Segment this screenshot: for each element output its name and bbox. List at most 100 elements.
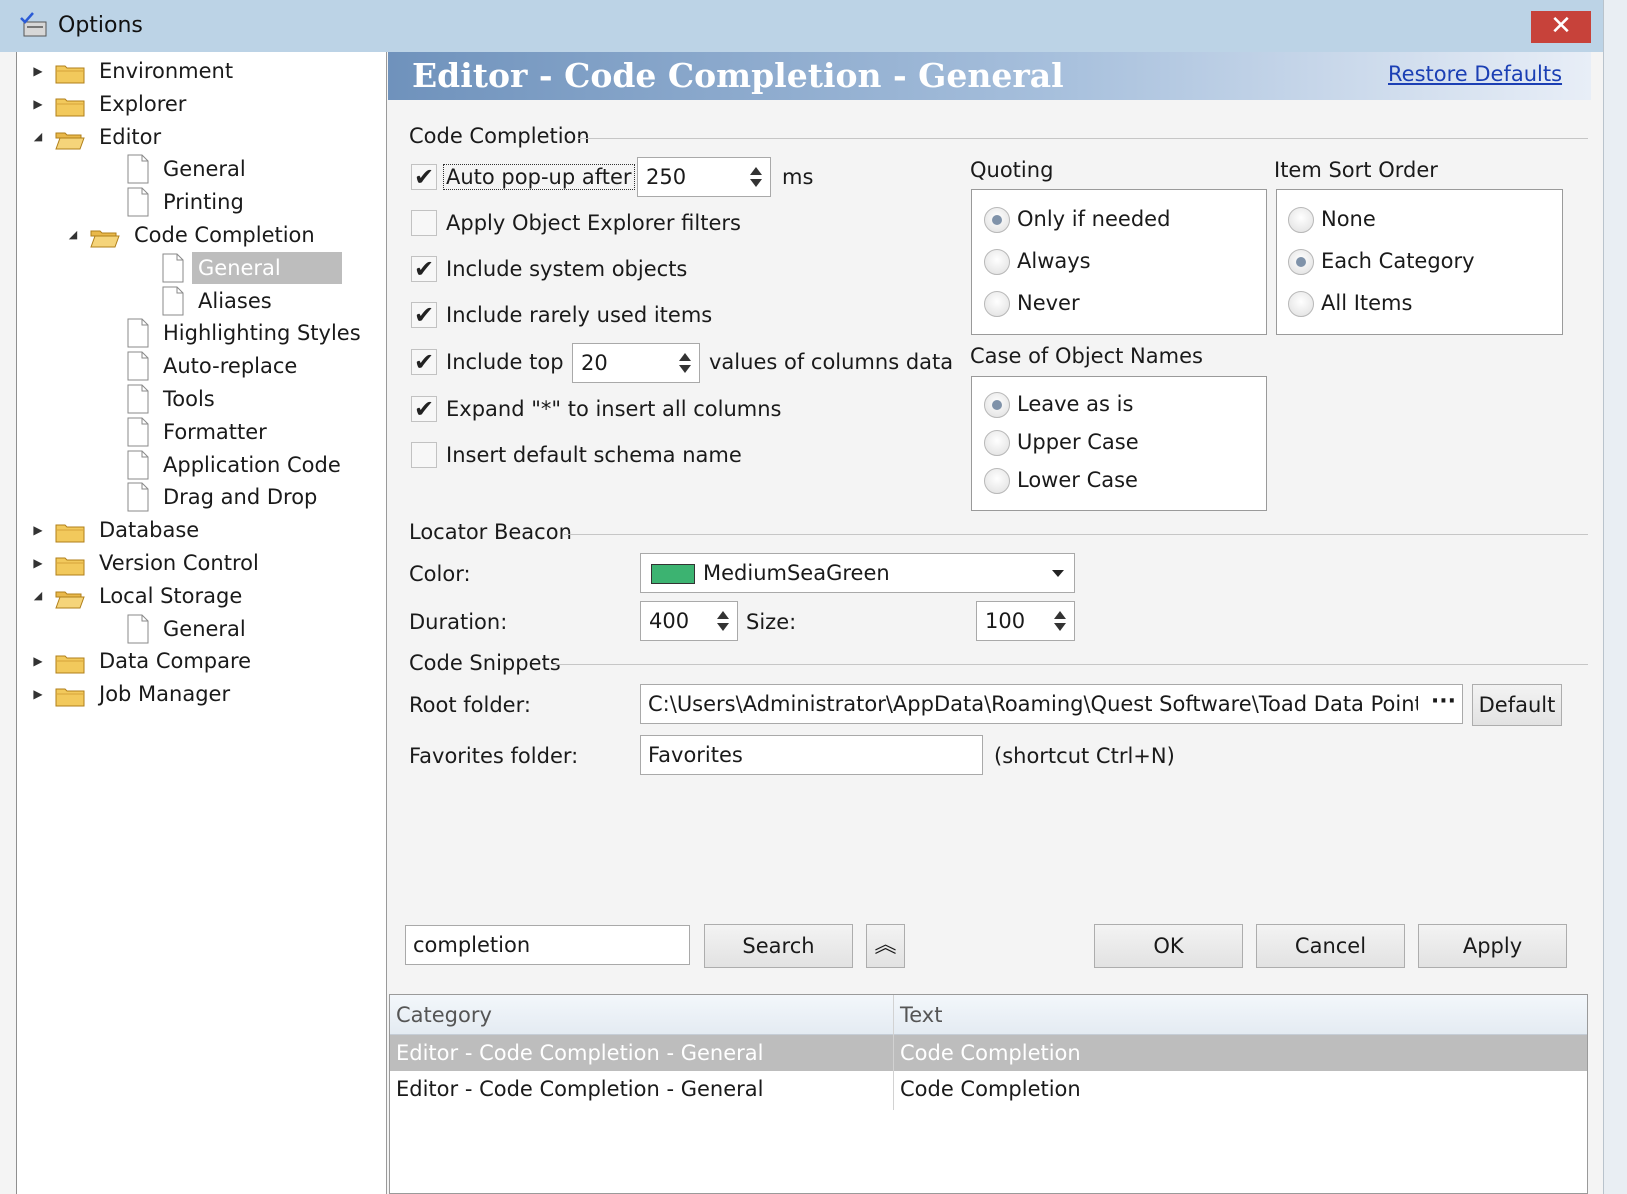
tree-item[interactable]: ▶ Database (17, 515, 387, 545)
auto-popup-unit: ms (782, 165, 814, 189)
tree-item[interactable]: General (17, 251, 387, 284)
tree-item-label: Aliases (198, 288, 272, 313)
sort-radio-all-items[interactable] (1288, 291, 1314, 317)
column-header-category[interactable]: Category (390, 997, 893, 1033)
column-header-text[interactable]: Text (894, 997, 1584, 1033)
tree-item[interactable]: Auto-replace (17, 351, 387, 381)
favorites-folder-field[interactable]: Favorites (640, 735, 983, 775)
text-cell: Code Completion (900, 1041, 1081, 1065)
duration-spinner[interactable]: 400 (640, 601, 738, 641)
category-cell: Editor - Code Completion - General (396, 1041, 764, 1065)
case-radio-leave[interactable] (984, 392, 1010, 418)
chevron-down-icon[interactable] (1052, 570, 1064, 577)
apply-button[interactable]: Apply (1418, 924, 1567, 968)
auto-popup-checkbox[interactable]: ✔ (411, 164, 437, 190)
sort-radio-each-category[interactable] (1288, 249, 1314, 275)
include-top-spinner[interactable]: 20 (572, 343, 700, 383)
tree-item[interactable]: ▶ Version Control (17, 548, 387, 578)
tree-item[interactable]: Tools (17, 384, 387, 414)
collapsed-arrow-icon[interactable]: ▶ (31, 89, 45, 119)
page-icon (161, 253, 185, 283)
page-icon (161, 286, 185, 316)
case-radio-upper[interactable] (984, 430, 1010, 456)
spin-up-icon[interactable] (679, 353, 691, 361)
expanded-arrow-icon[interactable]: ◢ (31, 122, 45, 152)
folder-open-icon (55, 128, 85, 150)
tree-item[interactable]: Application Code (17, 450, 387, 480)
tree-item[interactable]: Printing (17, 187, 387, 217)
browse-ellipsis-button[interactable]: ··· (1431, 689, 1456, 714)
root-folder-field[interactable]: C:\Users\Administrator\AppData\Roaming\Q… (640, 684, 1463, 724)
spin-down-icon[interactable] (717, 623, 729, 631)
tree-item[interactable]: Highlighting Styles (17, 318, 387, 348)
tree-item-label: Version Control (99, 551, 259, 575)
category-cell: Editor - Code Completion - General (396, 1077, 764, 1101)
options-app-icon (20, 12, 47, 37)
color-dropdown[interactable]: MediumSeaGreen (640, 553, 1075, 593)
quoting-radio-only-if-needed[interactable] (984, 207, 1010, 233)
expand-star-checkbox[interactable]: ✔ (411, 396, 437, 422)
spin-up-icon[interactable] (750, 167, 762, 175)
table-row[interactable]: Editor - Code Completion - General Code C… (390, 1071, 1587, 1107)
tree-item[interactable]: General (17, 614, 387, 644)
case-radio-lower[interactable] (984, 468, 1010, 494)
collapse-results-button[interactable]: ︽ (866, 924, 905, 968)
case-option-label: Upper Case (1017, 430, 1139, 454)
tree-item[interactable]: ◢ Local Storage (17, 581, 387, 611)
tree-item-label: General (163, 157, 246, 182)
search-button[interactable]: Search (704, 924, 853, 968)
size-spinner[interactable]: 100 (976, 601, 1075, 641)
ok-button[interactable]: OK (1094, 924, 1243, 968)
expanded-arrow-icon[interactable]: ◢ (66, 220, 80, 250)
spin-down-icon[interactable] (750, 179, 762, 187)
tree-item[interactable]: ◢ Code Completion (17, 220, 387, 250)
table-row[interactable]: Editor - Code Completion - General Code C… (390, 1035, 1587, 1071)
tree-item[interactable]: Drag and Drop (17, 482, 387, 512)
snippets-group-label: Code Snippets (409, 651, 561, 675)
page-header: Editor - Code Completion - General Resto… (388, 52, 1591, 100)
sort-option-label: None (1321, 207, 1376, 231)
tree-item-label: Formatter (163, 419, 267, 444)
options-tree[interactable]: ▶ Environment ▶ Explorer ◢ Editor General Print… (16, 52, 387, 1194)
separator (564, 534, 1588, 535)
spin-down-icon[interactable] (679, 365, 691, 373)
sort-radio-none[interactable] (1288, 207, 1314, 233)
apply-filters-checkbox[interactable] (411, 210, 437, 236)
include-rare-label: Include rarely used items (446, 303, 713, 327)
include-system-checkbox[interactable]: ✔ (411, 256, 437, 282)
auto-popup-spinner[interactable]: 250 (637, 157, 771, 197)
tree-item[interactable]: Aliases (17, 286, 387, 316)
collapsed-arrow-icon[interactable]: ▶ (31, 548, 45, 578)
collapsed-arrow-icon[interactable]: ▶ (31, 515, 45, 545)
default-button[interactable]: Default (1472, 684, 1562, 726)
quoting-radio-never[interactable] (984, 291, 1010, 317)
root-folder-value: C:\Users\Administrator\AppData\Roaming\Q… (648, 692, 1418, 716)
tree-item[interactable]: ▶ Environment (17, 56, 387, 86)
include-rare-checkbox[interactable]: ✔ (411, 302, 437, 328)
expanded-arrow-icon[interactable]: ◢ (31, 581, 45, 611)
tree-item[interactable]: Formatter (17, 417, 387, 447)
include-top-checkbox[interactable]: ✔ (411, 349, 437, 375)
page-icon (126, 417, 150, 447)
cancel-button[interactable]: Cancel (1256, 924, 1405, 968)
tree-item[interactable]: General (17, 154, 387, 184)
tree-item-label: Database (99, 518, 200, 543)
spin-up-icon[interactable] (717, 611, 729, 619)
tree-item-label: General (192, 251, 342, 284)
collapsed-arrow-icon[interactable]: ▶ (31, 646, 45, 676)
tree-item[interactable]: ◢ Editor (17, 122, 387, 152)
collapsed-arrow-icon[interactable]: ▶ (31, 679, 45, 709)
tree-item[interactable]: ▶ Job Manager (17, 679, 387, 709)
tree-item[interactable]: ▶ Data Compare (17, 646, 387, 676)
spin-up-icon[interactable] (1054, 611, 1066, 619)
tree-item[interactable]: ▶ Explorer (17, 89, 387, 119)
close-button[interactable]: ✕ (1531, 11, 1591, 43)
search-input[interactable]: completion (405, 925, 690, 965)
restore-defaults-link[interactable]: Restore Defaults (1388, 62, 1562, 86)
collapsed-arrow-icon[interactable]: ▶ (31, 56, 45, 86)
quoting-radio-always[interactable] (984, 249, 1010, 275)
insert-schema-checkbox[interactable] (411, 442, 437, 468)
page-icon (126, 450, 150, 480)
spin-down-icon[interactable] (1054, 623, 1066, 631)
search-results-grid[interactable]: Category Text Editor - Code Completion -… (389, 994, 1588, 1194)
